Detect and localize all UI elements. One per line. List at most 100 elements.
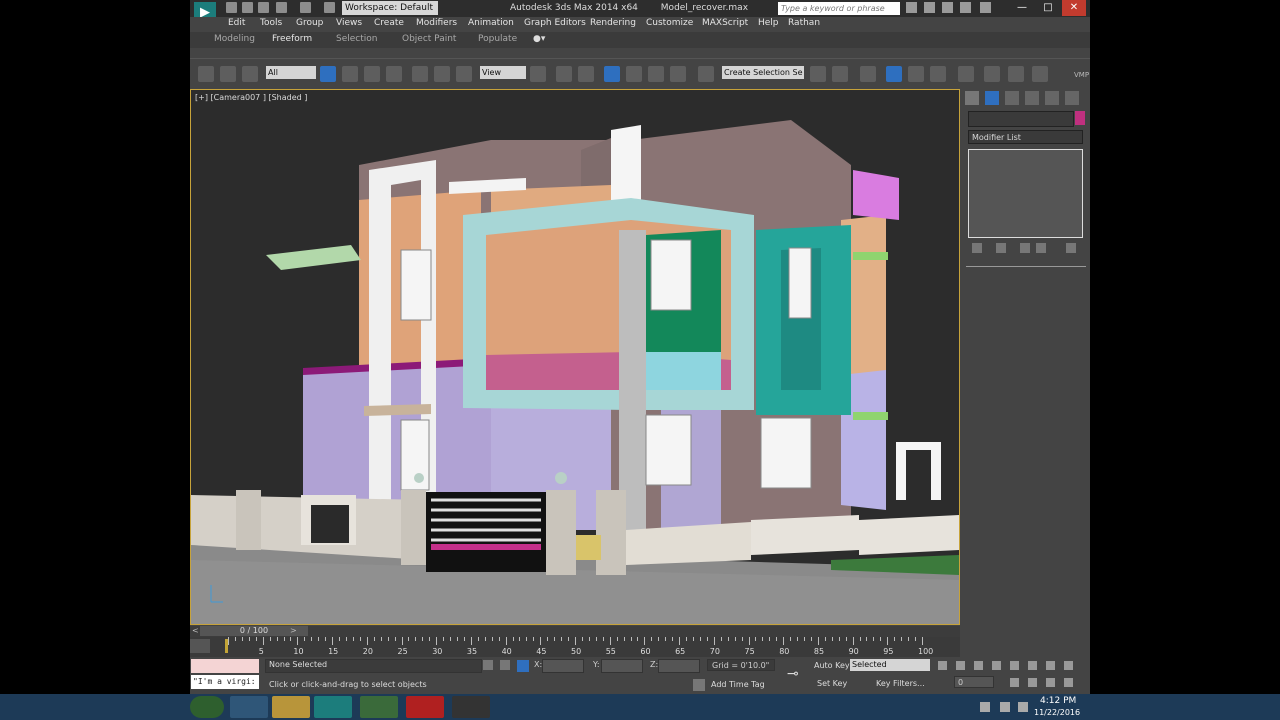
named-selection-dropdown[interactable]: Create Selection Se (722, 66, 804, 79)
modifier-list-dropdown[interactable]: Modifier List (968, 130, 1083, 144)
select-by-name-icon[interactable] (342, 66, 358, 82)
binoculars-icon[interactable] (906, 2, 917, 13)
schematic-view-icon[interactable] (930, 66, 946, 82)
time-tag-icon[interactable] (693, 679, 705, 691)
menu-graph-editors[interactable]: Graph Editors (524, 18, 586, 28)
minimize-button[interactable]: — (1010, 0, 1034, 16)
set-key-mode-icon[interactable]: ⊸ (787, 666, 799, 682)
media-taskbar-icon[interactable] (452, 696, 490, 718)
pin-stack-icon[interactable] (972, 243, 982, 253)
snaps-toggle-icon[interactable] (604, 66, 620, 82)
add-time-tag-label[interactable]: Add Time Tag (711, 680, 765, 689)
explorer-taskbar-icon[interactable] (272, 696, 310, 718)
orbit-icon[interactable] (1064, 661, 1073, 670)
tab-selection[interactable]: Selection (336, 34, 377, 44)
start-button[interactable] (190, 696, 224, 718)
clock-date[interactable]: 11/22/2016 (1034, 708, 1080, 717)
time-slider[interactable]: < 0 / 100 > (190, 626, 960, 637)
menu-rendering[interactable]: Rendering (590, 18, 636, 28)
slider-prev-icon[interactable]: < (192, 626, 199, 635)
slider-next-icon[interactable]: > (290, 626, 297, 635)
motion-tab-icon[interactable] (1025, 91, 1039, 105)
rendered-frame-window-icon[interactable] (1008, 66, 1024, 82)
redo-icon[interactable] (300, 2, 311, 13)
menu-create[interactable]: Create (374, 18, 404, 28)
isolate-selection-icon[interactable] (483, 660, 493, 670)
search-input[interactable]: Type a keyword or phrase (778, 2, 900, 15)
modifier-stack[interactable] (968, 149, 1083, 238)
undo-icon[interactable] (276, 2, 287, 13)
play-icon[interactable] (974, 661, 983, 670)
show-end-result-icon[interactable] (996, 243, 1006, 253)
close-button[interactable]: ✕ (1062, 0, 1086, 16)
key-mode-icon[interactable] (1028, 661, 1037, 670)
menu-tools[interactable]: Tools (260, 18, 282, 28)
select-link-icon[interactable] (198, 66, 214, 82)
menu-animation[interactable]: Animation (468, 18, 514, 28)
menu-edit[interactable]: Edit (228, 18, 245, 28)
keyboard-shortcut-icon[interactable] (578, 66, 594, 82)
set-key-button[interactable]: Set Key (817, 679, 847, 688)
save-file-icon[interactable] (258, 2, 269, 13)
key-filters-button[interactable]: Key Filters... (876, 679, 925, 688)
3dsmax-taskbar-icon[interactable] (314, 696, 352, 718)
subscription-icon[interactable] (924, 2, 935, 13)
menu-rathan[interactable]: Rathan (788, 18, 820, 28)
camera-viewport[interactable]: [+] [Camera007 ] [Shaded ] (190, 89, 960, 625)
track-bar-toggle-icon[interactable] (190, 639, 210, 653)
object-name-field[interactable] (968, 111, 1074, 127)
make-unique-icon[interactable] (1020, 243, 1030, 253)
prev-frame-icon[interactable] (956, 661, 965, 670)
viewport-label[interactable]: [+] [Camera007 ] [Shaded ] (195, 93, 307, 102)
fov-icon[interactable] (1028, 678, 1037, 687)
new-file-icon[interactable] (226, 2, 237, 13)
configure-sets-icon[interactable] (1066, 243, 1076, 253)
maximize-button[interactable]: □ (1036, 0, 1060, 16)
tab-object-paint[interactable]: Object Paint (402, 34, 456, 44)
hierarchy-tab-icon[interactable] (1005, 91, 1019, 105)
favorites-icon[interactable] (960, 2, 971, 13)
tray-network-icon[interactable] (1000, 702, 1010, 712)
ie-taskbar-icon[interactable] (230, 696, 268, 718)
render-setup-icon[interactable] (984, 66, 1000, 82)
selection-filter-dropdown[interactable]: All (266, 66, 316, 79)
auto-key-button[interactable]: Auto Key (814, 661, 850, 670)
communication-icon[interactable] (942, 2, 953, 13)
utilities-tab-icon[interactable] (1065, 91, 1079, 105)
workspace-dropdown[interactable]: Workspace: Default (342, 1, 438, 15)
pan-icon[interactable] (1046, 678, 1055, 687)
maxscript-mini-listener[interactable]: "I'm a virgi: (191, 675, 259, 689)
unlink-icon[interactable] (220, 66, 236, 82)
menu-maxscript[interactable]: MAXScript (702, 18, 748, 28)
object-color-swatch[interactable] (1075, 111, 1085, 125)
menu-help[interactable]: Help (758, 18, 779, 28)
maxscript-listener-pink[interactable] (191, 659, 259, 673)
graphite-toggle-icon[interactable] (886, 66, 902, 82)
menu-views[interactable]: Views (336, 18, 362, 28)
align-icon[interactable] (832, 66, 848, 82)
render-production-icon[interactable] (1032, 66, 1048, 82)
selection-lock-icon[interactable] (500, 660, 510, 670)
angle-snap-icon[interactable] (626, 66, 642, 82)
ribbon-options-icon[interactable]: ●▾ (533, 34, 545, 44)
zoom-extents-icon[interactable] (1046, 661, 1055, 670)
key-set-dropdown[interactable]: Selected (850, 659, 930, 671)
menu-modifiers[interactable]: Modifiers (416, 18, 457, 28)
edit-named-selection-icon[interactable] (698, 66, 714, 82)
mirror-icon[interactable] (810, 66, 826, 82)
y-coordinate-field[interactable] (601, 659, 643, 673)
create-tab-icon[interactable] (965, 91, 979, 105)
spinner-snap-icon[interactable] (670, 66, 686, 82)
chrome-taskbar-icon[interactable] (360, 696, 398, 718)
select-manipulate-icon[interactable] (556, 66, 572, 82)
rectangle-selection-icon[interactable] (364, 66, 380, 82)
open-file-icon[interactable] (242, 2, 253, 13)
remove-modifier-icon[interactable] (1036, 243, 1046, 253)
z-coordinate-field[interactable] (658, 659, 700, 673)
tab-freeform[interactable]: Freeform (272, 34, 312, 44)
current-frame-field[interactable]: 0 (954, 676, 994, 688)
time-config-icon[interactable] (1010, 678, 1019, 687)
maximize-viewport-icon[interactable] (1064, 678, 1073, 687)
goto-start-icon[interactable] (938, 661, 947, 670)
autocad-taskbar-icon[interactable] (406, 696, 444, 718)
